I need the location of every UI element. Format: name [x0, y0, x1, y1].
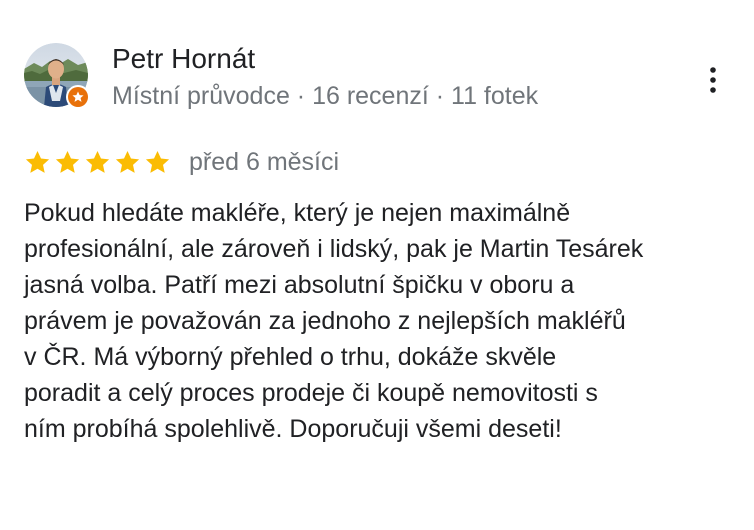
more-vert-icon: [710, 67, 716, 93]
review-text-line: ním probíhá spolehlivě. Doporučuji všemi…: [24, 415, 562, 443]
rating-row: před 6 měsíci: [24, 146, 339, 178]
star-icon: [145, 150, 170, 173]
review-card: Petr Hornát Místní průvodce · 16 recenzí…: [0, 0, 754, 530]
review-text-line: profesionální, ale zároveň i lidský, pak…: [24, 235, 644, 263]
reviewer-meta[interactable]: Místní průvodce · 16 recenzí · 11 fotek: [112, 80, 538, 112]
star-rating: [24, 149, 171, 176]
star-icon: [55, 150, 80, 173]
avatar[interactable]: [24, 43, 90, 109]
local-guide-badge: [66, 85, 90, 109]
review-text-line: jasná volba. Patří mezi absolutní špičku…: [24, 271, 575, 299]
review-text: Pokud hledáte makléře, který je nejen ma…: [24, 195, 746, 447]
star-icon: [85, 150, 110, 173]
star-icon: [25, 150, 50, 173]
review-text-line: Pokud hledáte makléře, který je nejen ma…: [24, 199, 571, 227]
review-text-line: poradit a celý proces prodeje či koupě n…: [24, 379, 598, 407]
review-text-line: v ČR. Má výborný přehled o trhu, dokáže …: [24, 343, 557, 371]
local-guide-star-icon: [68, 87, 88, 107]
review-text-line: právem je považován za jednoho z nejlepš…: [24, 307, 626, 335]
review-date: před 6 měsíci: [189, 147, 340, 176]
more-options-button[interactable]: [698, 63, 728, 97]
reviewer-name[interactable]: Petr Hornát: [112, 42, 255, 76]
star-icon: [115, 150, 140, 173]
